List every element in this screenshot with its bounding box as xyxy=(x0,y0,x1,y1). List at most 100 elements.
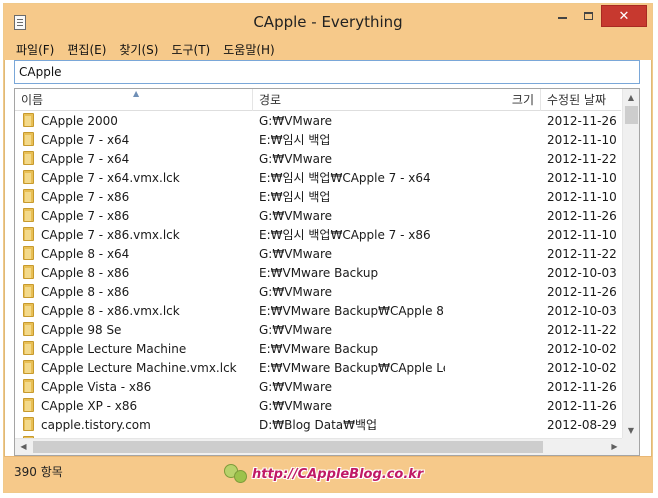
table-row[interactable]: CApple 8 - x64 G:₩VMware 2012-11-22 xyxy=(15,245,621,264)
name-cell: CApple 2000 xyxy=(23,112,255,131)
date-cell: 2012-11-26 xyxy=(547,114,617,128)
name-cell: capple.tistory.com xyxy=(23,416,255,435)
table-row[interactable]: CApple 7 - x86 E:₩임시 백업 2012-11-10 xyxy=(15,188,621,207)
file-name: CApple 8 - x86.vmx.lck xyxy=(41,304,180,318)
date-cell: 2012-11-26 xyxy=(547,380,617,394)
title-bar[interactable]: CApple - Everything ✕ xyxy=(4,4,652,38)
folder-icon xyxy=(23,265,34,279)
date-cell: 2012-11-22 xyxy=(547,247,617,261)
name-cell: CApple 7 - x64.vmx.lck xyxy=(23,169,255,188)
date-cell: 2012-11-22 xyxy=(547,152,617,166)
scroll-left-icon[interactable]: ◀ xyxy=(15,439,32,455)
table-row[interactable]: CApple 98 Se G:₩VMware 2012-11-22 xyxy=(15,321,621,340)
search-box xyxy=(14,60,640,84)
file-name: CApple 7 - x64 xyxy=(41,152,130,166)
column-header-date[interactable]: 수정된 날짜 xyxy=(541,89,621,111)
apple-logo-icon xyxy=(234,470,247,483)
path-cell: E:₩VMware Backup₩CApple Le... xyxy=(259,361,445,375)
menu-help[interactable]: 도움말(H) xyxy=(223,41,275,58)
table-row[interactable]: CApple 7 - x64.vmx.lck E:₩임시 백업₩CApple 7 … xyxy=(15,169,621,188)
date-cell: 2012-11-10 xyxy=(547,228,617,242)
path-cell: G:₩VMware xyxy=(259,247,332,261)
file-name: CApple 7 - x86.vmx.lck xyxy=(41,228,180,242)
scroll-right-icon[interactable]: ▶ xyxy=(606,439,623,455)
table-row[interactable]: capple.tistory.com D:₩Blog Data₩백업 2012-08… xyxy=(15,416,621,435)
folder-icon xyxy=(23,398,34,412)
table-row[interactable]: CApple XP - x86 G:₩VMware 2012-11-26 xyxy=(15,397,621,416)
folder-icon xyxy=(23,360,34,374)
column-header-path[interactable]: 경로 xyxy=(253,89,443,111)
table-row[interactable]: CApple Lecture Machine E:₩VMware Backup 20… xyxy=(15,340,621,359)
sort-ascending-icon: ▲ xyxy=(133,89,140,98)
horizontal-scroll-thumb[interactable] xyxy=(33,441,543,453)
status-bar: 390 항목 http://CAppleBlog.co.kr xyxy=(4,456,652,492)
date-cell: 2012-11-26 xyxy=(547,285,617,299)
folder-icon xyxy=(23,379,34,393)
table-row[interactable]: CApple 7 - x86.vmx.lck E:₩임시 백업₩CApple 7 … xyxy=(15,226,621,245)
name-cell: CApple 8 - x64 xyxy=(23,245,255,264)
name-cell: CApple 8 - x86 xyxy=(23,264,255,283)
folder-icon xyxy=(23,151,34,165)
table-row[interactable]: CApple Vista - x86 G:₩VMware 2012-11-26 xyxy=(15,378,621,397)
menu-file[interactable]: 파일(F) xyxy=(16,41,54,58)
folder-icon xyxy=(23,170,34,184)
everything-window: CApple - Everything ✕ 파일(F) 편집(E) 찾기(S) … xyxy=(3,3,653,493)
rows-container: CApple 2000 G:₩VMware 2012-11-26 CApple 7 … xyxy=(15,112,621,450)
scrollbar-corner xyxy=(622,438,639,455)
date-cell: 2012-11-26 xyxy=(547,209,617,223)
minimize-icon xyxy=(557,16,567,19)
table-row[interactable]: CApple 7 - x86 G:₩VMware 2012-11-26 xyxy=(15,207,621,226)
file-name: CApple XP - x86 xyxy=(41,399,138,413)
date-cell: 2012-08-29 xyxy=(547,418,617,432)
column-header-row: 이름 ▲ 경로 크기 수정된 날짜 xyxy=(15,89,621,111)
path-cell: G:₩VMware xyxy=(259,152,332,166)
name-cell: CApple 7 - x64 xyxy=(23,150,255,169)
maximize-button[interactable] xyxy=(575,7,601,27)
result-count: 390 항목 xyxy=(14,465,63,479)
search-input[interactable] xyxy=(15,61,639,83)
scroll-up-icon[interactable]: ▲ xyxy=(623,89,639,106)
folder-icon xyxy=(23,322,34,336)
menu-tools[interactable]: 도구(T) xyxy=(171,41,210,58)
path-cell: D:₩Blog Data₩백업 xyxy=(259,418,378,432)
column-header-size[interactable]: 크기 xyxy=(443,89,541,111)
path-cell: G:₩VMware xyxy=(259,285,332,299)
date-cell: 2012-10-03 xyxy=(547,266,617,280)
table-row[interactable]: CApple 8 - x86 E:₩VMware Backup 2012-10-03 xyxy=(15,264,621,283)
close-button[interactable]: ✕ xyxy=(601,5,647,27)
horizontal-scrollbar[interactable]: ◀ ▶ xyxy=(15,438,623,455)
name-cell: CApple Lecture Machine.vmx.lck xyxy=(23,359,255,378)
folder-icon xyxy=(23,132,34,146)
table-row[interactable]: CApple 7 - x64 E:₩임시 백업 2012-11-10 xyxy=(15,131,621,150)
menu-search[interactable]: 찾기(S) xyxy=(119,41,158,58)
name-cell: CApple 8 - x86 xyxy=(23,283,255,302)
table-row[interactable]: CApple 8 - x86 G:₩VMware 2012-11-26 xyxy=(15,283,621,302)
table-row[interactable]: CApple 8 - x86.vmx.lck E:₩VMware Backup₩C… xyxy=(15,302,621,321)
table-row[interactable]: CApple 2000 G:₩VMware 2012-11-26 xyxy=(15,112,621,131)
path-cell: G:₩VMware xyxy=(259,323,332,337)
scroll-down-icon[interactable]: ▼ xyxy=(623,422,639,439)
date-cell: 2012-11-10 xyxy=(547,171,617,185)
file-name: CApple 7 - x64.vmx.lck xyxy=(41,171,180,185)
folder-icon xyxy=(23,113,34,127)
vertical-scrollbar[interactable]: ▲ ▼ xyxy=(622,89,639,439)
name-cell: CApple 98 Se xyxy=(23,321,255,340)
results-list: 이름 ▲ 경로 크기 수정된 날짜 CApple 2000 G:₩VMware 20… xyxy=(14,88,640,456)
name-cell: CApple 7 - x64 xyxy=(23,131,255,150)
table-row[interactable]: CApple Lecture Machine.vmx.lck E:₩VMware … xyxy=(15,359,621,378)
watermark-url: http://CAppleBlog.co.kr xyxy=(252,467,424,482)
vertical-scroll-thumb[interactable] xyxy=(625,106,638,124)
column-header-name[interactable]: 이름 ▲ xyxy=(15,89,253,111)
date-cell: 2012-11-22 xyxy=(547,323,617,337)
folder-icon xyxy=(23,208,34,222)
date-cell: 2012-10-02 xyxy=(547,361,617,375)
file-name: CApple 7 - x86 xyxy=(41,209,130,223)
menu-edit[interactable]: 편집(E) xyxy=(67,41,106,58)
table-row[interactable]: CApple 7 - x64 G:₩VMware 2012-11-22 xyxy=(15,150,621,169)
folder-icon xyxy=(23,189,34,203)
folder-icon xyxy=(23,303,34,317)
path-cell: E:₩VMware Backup xyxy=(259,266,379,280)
minimize-button[interactable] xyxy=(549,7,575,27)
name-cell: CApple 7 - x86 xyxy=(23,188,255,207)
file-name: CApple 2000 xyxy=(41,114,118,128)
